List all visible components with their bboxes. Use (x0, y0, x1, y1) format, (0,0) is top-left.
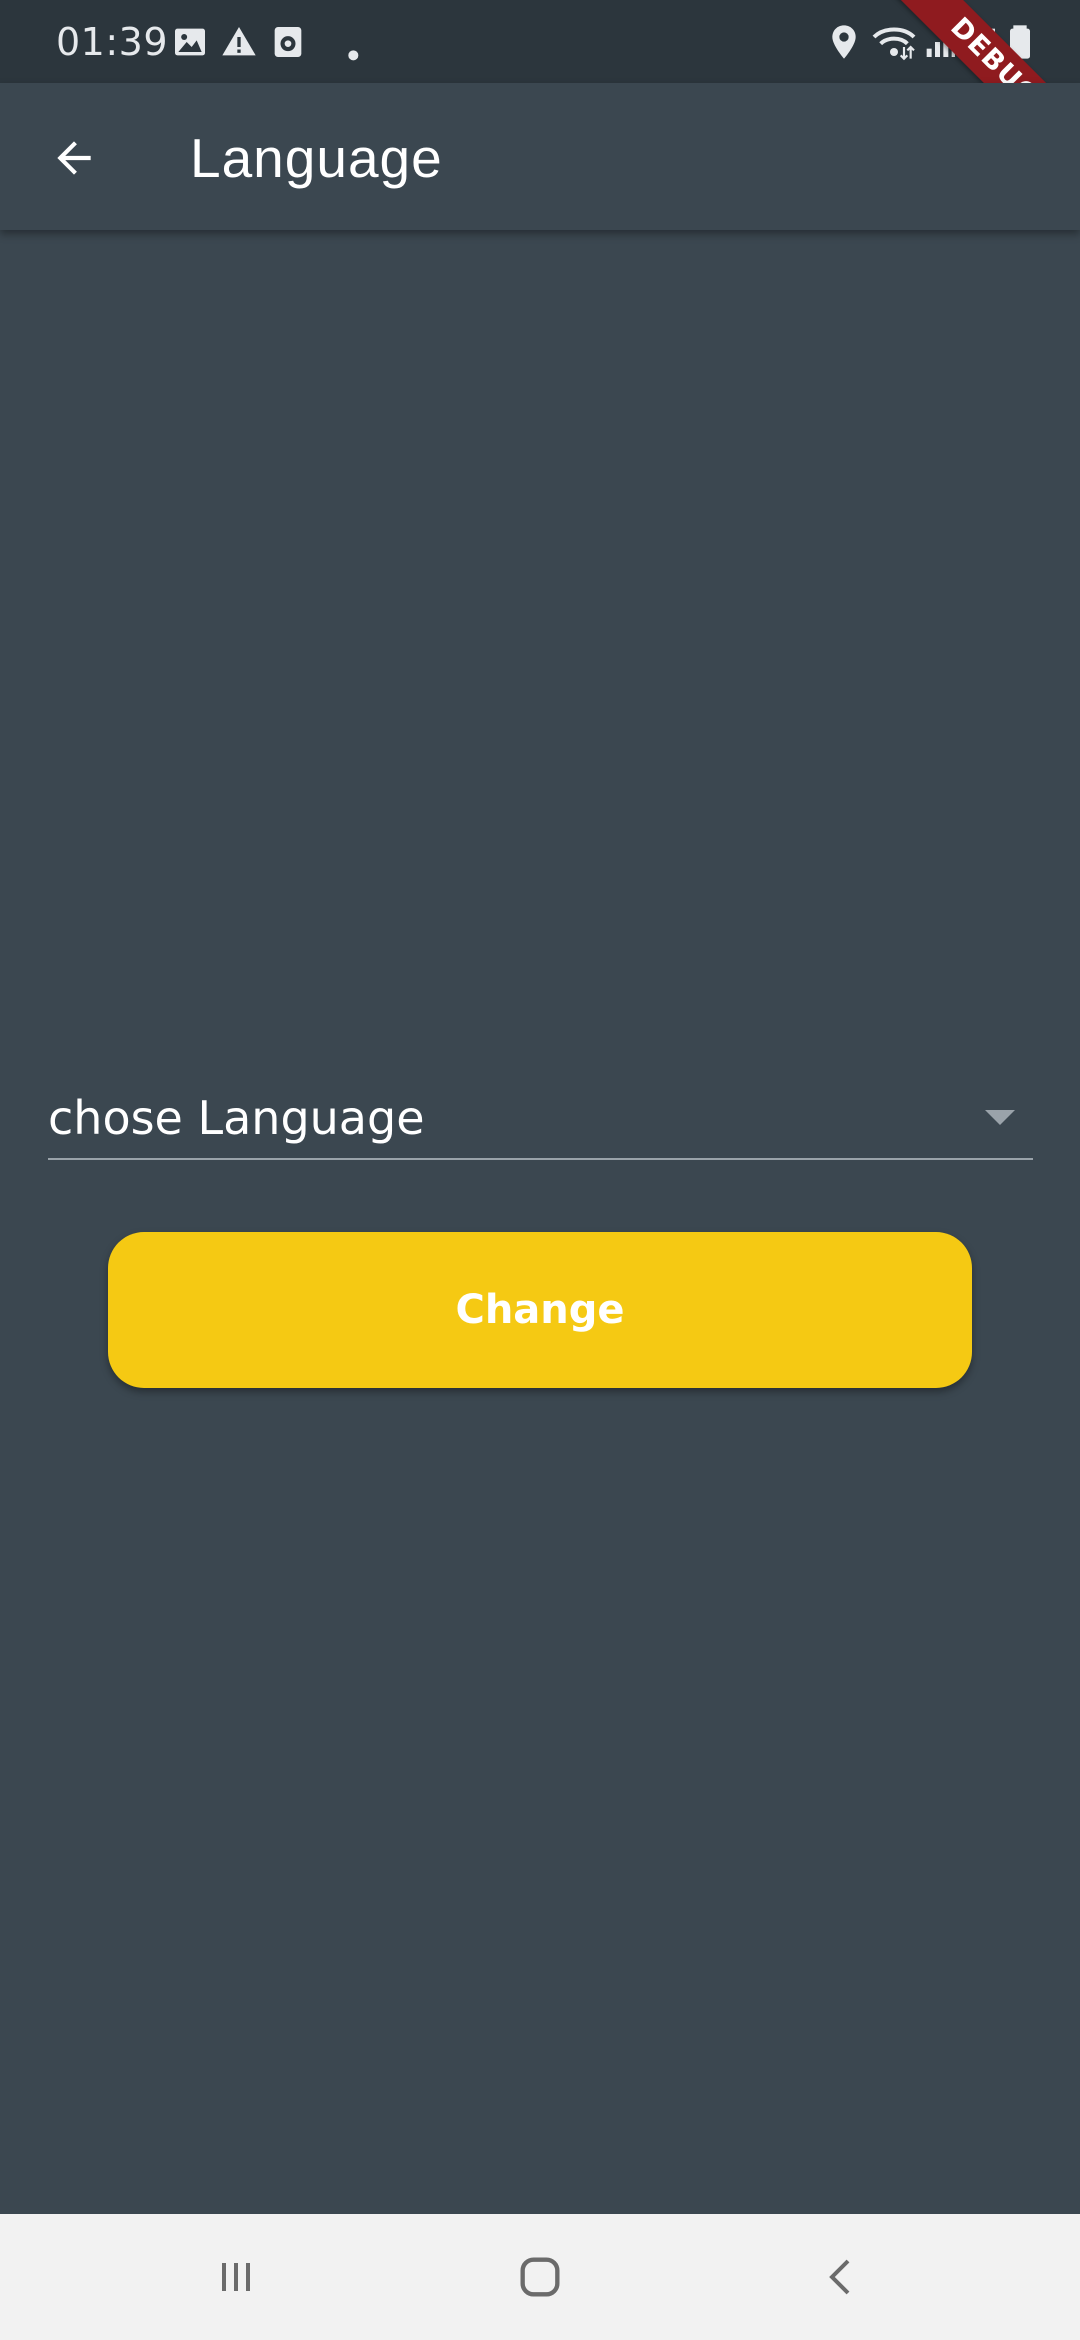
language-dropdown[interactable]: chose Language (48, 1084, 1033, 1160)
dot-icon (348, 50, 359, 61)
system-nav-bar (0, 2214, 1080, 2340)
back-icon (829, 2259, 850, 2295)
recent-apps-button[interactable] (196, 2237, 276, 2317)
warning-icon (222, 27, 256, 56)
signal-icon (926, 28, 955, 57)
signal-icon (966, 28, 995, 57)
status-bar: 01:39 (0, 0, 1080, 83)
nav-back-button[interactable] (802, 2237, 882, 2317)
media-icon (274, 27, 302, 57)
app-bar: Language (0, 83, 1080, 230)
battery-icon (1010, 25, 1030, 59)
language-dropdown-hint: chose Language (48, 1091, 425, 1145)
arrow-back-icon (57, 141, 91, 175)
image-icon (175, 28, 205, 56)
home-icon (520, 2257, 560, 2297)
status-time: 01:39 (56, 20, 169, 64)
location-icon (832, 25, 856, 59)
recent-apps-icon (222, 2263, 250, 2291)
change-button[interactable]: Change (108, 1232, 972, 1388)
dropdown-arrow-icon (985, 1110, 1015, 1125)
back-button[interactable] (34, 123, 114, 193)
wifi-icon (872, 27, 916, 61)
home-button[interactable] (500, 2237, 580, 2317)
page-title: Language (190, 127, 443, 189)
